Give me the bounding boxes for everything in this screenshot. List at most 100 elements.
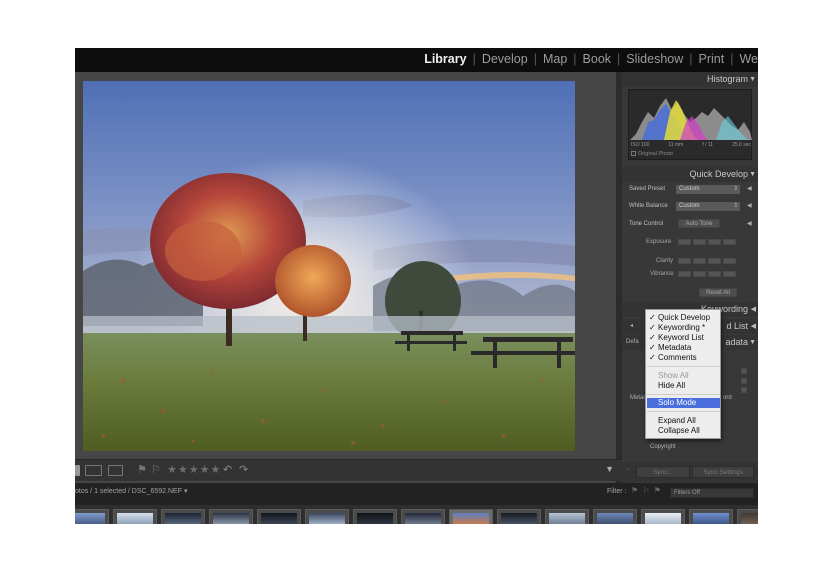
sync-settings-button[interactable]: Sync Settings xyxy=(692,466,754,478)
exposure-down-small[interactable] xyxy=(693,239,706,245)
histogram-header[interactable]: Histogram ▼ xyxy=(622,72,758,87)
exposure-label: Exposure xyxy=(646,239,672,245)
flag-icon[interactable]: ⚑ xyxy=(137,463,147,476)
sync-button[interactable]: Sync... xyxy=(636,466,690,478)
expand-triangle-icon[interactable]: ◀ xyxy=(747,202,752,209)
checkmark-icon: ✓ xyxy=(649,323,656,332)
filmstrip-thumbnail[interactable] xyxy=(161,509,205,524)
menu-item-metadata[interactable]: ✓ Metadata xyxy=(647,343,720,353)
field-button[interactable] xyxy=(741,368,747,374)
vibrance-down-large[interactable] xyxy=(678,271,691,277)
filmstrip-thumbnail[interactable] xyxy=(353,509,397,524)
checkbox-icon[interactable] xyxy=(631,151,636,157)
filter-select[interactable]: Filters Off xyxy=(670,488,754,498)
field-button[interactable] xyxy=(741,387,747,393)
filmstrip-thumbnail[interactable] xyxy=(75,509,109,524)
menu-item-keyword-list[interactable]: ✓ Keyword List xyxy=(647,333,720,343)
histogram[interactable]: ISO 100 11 mm f / 11 25.0 sec Original P… xyxy=(628,89,752,160)
module-develop[interactable]: Develop xyxy=(476,52,534,66)
survey-view-icon[interactable] xyxy=(108,465,123,476)
module-library[interactable]: Library xyxy=(418,52,472,66)
module-slideshow[interactable]: Slideshow xyxy=(620,52,689,66)
metadata-preset-partial[interactable]: Defa xyxy=(626,339,639,345)
tone-control-label: Tone Control xyxy=(629,221,664,227)
menu-item-quick-develop[interactable]: ✓ Quick Develop xyxy=(647,313,720,323)
white-balance-label: White Balance xyxy=(629,203,668,209)
auto-tone-button[interactable]: Auto Tone xyxy=(678,219,720,228)
vibrance-up-small[interactable] xyxy=(708,271,721,277)
checkmark-icon: ✓ xyxy=(649,333,656,342)
thumbnail-image xyxy=(117,513,153,524)
sync-bar: ▫ Sync... Sync Settings xyxy=(622,462,758,482)
filmstrip-thumbnail[interactable] xyxy=(401,509,445,524)
filmstrip-thumbnail[interactable] xyxy=(593,509,637,524)
main-photo[interactable] xyxy=(83,81,575,451)
filmstrip-thumbnail[interactable] xyxy=(113,509,157,524)
menu-item-collapse-all[interactable]: Collapse All xyxy=(647,426,720,436)
rotate-right-icon[interactable]: ↷ xyxy=(239,463,248,476)
clarity-up-large[interactable] xyxy=(723,258,736,264)
thumbnail-image xyxy=(453,513,489,524)
filmstrip-source-path[interactable]: otos / 1 selected / DSC_6592.NEF ▾ xyxy=(75,487,187,495)
filmstrip-thumbnail[interactable] xyxy=(641,509,685,524)
shutter-value: 25.0 sec xyxy=(732,142,751,148)
menu-item-solo-mode[interactable]: Solo Mode xyxy=(647,398,720,408)
menu-item-expand-all[interactable]: Expand All xyxy=(647,416,720,426)
module-print[interactable]: Print xyxy=(693,52,731,66)
filmstrip-thumbnail[interactable] xyxy=(689,509,733,524)
thumbnail-image xyxy=(357,513,393,524)
exposure-down-large[interactable] xyxy=(678,239,691,245)
reset-all-button[interactable]: Reset All xyxy=(699,288,737,297)
filmstrip-thumbnail[interactable] xyxy=(209,509,253,524)
menu-separator xyxy=(647,411,720,412)
copyright-label: Copyright xyxy=(650,444,676,450)
field-button[interactable] xyxy=(741,378,747,384)
thumbnail-image xyxy=(309,513,345,524)
saved-preset-select[interactable]: Custom ⇕ xyxy=(676,185,740,194)
expand-triangle-icon[interactable]: ◀ xyxy=(747,185,752,192)
clarity-down-small[interactable] xyxy=(693,258,706,264)
filter-label: Filter : xyxy=(607,488,627,495)
menu-item-keywording[interactable]: ✓ Keywording * xyxy=(647,323,720,333)
white-balance-select[interactable]: Custom ⇕ xyxy=(676,202,740,211)
filmstrip-thumbnail[interactable] xyxy=(545,509,589,524)
filmstrip-thumbnail[interactable] xyxy=(497,509,541,524)
quick-develop-header[interactable]: Quick Develop ▼ xyxy=(622,167,758,182)
filmstrip-header: otos / 1 selected / DSC_6592.NEF ▾ Filte… xyxy=(75,483,758,505)
vibrance-up-large[interactable] xyxy=(723,271,736,277)
rotate-left-icon[interactable]: ↶ xyxy=(223,463,232,476)
module-map[interactable]: Map xyxy=(537,52,573,66)
thumbnail-image xyxy=(75,513,105,524)
original-photo-label[interactable]: Original Photo xyxy=(631,151,673,157)
thumbnail-image xyxy=(405,513,441,524)
panel-switch-icon[interactable]: ◂ xyxy=(630,322,633,329)
filmstrip-thumbnail-selected[interactable] xyxy=(449,509,493,524)
filmstrip-thumbnail[interactable] xyxy=(257,509,301,524)
filmstrip-thumbnail[interactable] xyxy=(305,509,349,524)
quick-develop-title: Quick Develop xyxy=(689,169,748,179)
collapse-triangle-icon: ▼ xyxy=(749,171,756,178)
filter-flags-icon[interactable]: ⚑ ⚐ ⚑ xyxy=(631,486,662,495)
exposure-up-large[interactable] xyxy=(723,239,736,245)
expand-triangle-icon[interactable]: ◀ xyxy=(747,220,752,227)
checkmark-icon: ✓ xyxy=(649,343,656,352)
menu-item-hide-all[interactable]: Hide All xyxy=(647,381,720,391)
star-rating[interactable]: ★★★★★ xyxy=(167,463,221,476)
clarity-down-large[interactable] xyxy=(678,258,691,264)
compare-view-icon[interactable] xyxy=(85,465,102,476)
histogram-title: Histogram xyxy=(706,74,748,84)
toolbar-options-icon[interactable]: ▼ xyxy=(605,464,614,474)
thumbnail-image xyxy=(213,513,249,524)
menu-item-comments[interactable]: ✓ Comments xyxy=(647,353,720,363)
auto-sync-toggle-icon[interactable]: ▫ xyxy=(627,467,629,473)
filmstrip-thumbnail[interactable] xyxy=(737,509,758,524)
module-picker: Library | Develop | Map | Book | Slidesh… xyxy=(75,48,758,72)
vibrance-down-small[interactable] xyxy=(693,271,706,277)
module-book[interactable]: Book xyxy=(577,52,618,66)
loupe-view-icon[interactable] xyxy=(75,465,80,476)
collapse-triangle-icon: ▼ xyxy=(749,339,756,346)
module-web[interactable]: We xyxy=(733,52,758,66)
clarity-up-small[interactable] xyxy=(708,258,721,264)
exposure-up-small[interactable] xyxy=(708,239,721,245)
reject-flag-icon[interactable]: ⚐ xyxy=(151,463,161,476)
